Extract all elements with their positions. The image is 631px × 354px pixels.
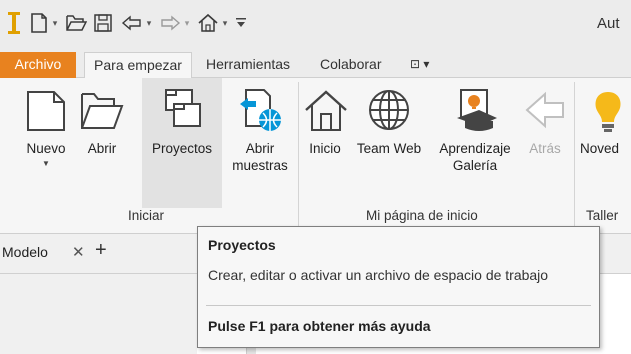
- open-samples-button-label: Abrir muestras: [232, 141, 288, 173]
- tab-para-empezar[interactable]: Para empezar: [84, 52, 192, 79]
- inventor-logo-icon[interactable]: [6, 10, 22, 36]
- new-document-icon: [22, 86, 70, 134]
- model-browser-panel: [0, 274, 197, 354]
- group-label-iniciar: Iniciar: [128, 208, 165, 223]
- whats-new-button[interactable]: Noved: [578, 78, 631, 208]
- tooltip: Proyectos Crear, editar o activar un arc…: [197, 226, 600, 348]
- team-web-button-label: Team Web: [356, 141, 422, 156]
- save-icon[interactable]: [92, 10, 114, 36]
- open-button[interactable]: Abrir: [78, 78, 126, 208]
- open-samples-button[interactable]: Abrir muestras: [224, 78, 296, 208]
- undo-icon[interactable]: [120, 10, 144, 36]
- whats-new-icon: [584, 86, 631, 134]
- new-button[interactable]: Nuevo ▼: [20, 78, 72, 208]
- group-separator: [574, 82, 575, 232]
- tab-modelo[interactable]: Modelo: [2, 244, 48, 260]
- back-button[interactable]: Atrás: [520, 78, 570, 208]
- home-icon: [302, 86, 350, 134]
- tooltip-help: Pulse F1 para obtener más ayuda: [208, 318, 431, 334]
- learning-gallery-button[interactable]: Aprendizaje Galería: [430, 78, 520, 208]
- tab-overflow-dropdown[interactable]: ⊡ ▾: [404, 52, 435, 78]
- tooltip-title: Proyectos: [208, 237, 276, 253]
- group-label-mi-pagina-de-inicio: Mi página de inicio: [366, 208, 478, 223]
- home-page-button-label: Inicio: [309, 141, 341, 156]
- learning-gallery-icon: [451, 86, 499, 134]
- tab-archivo[interactable]: Archivo: [0, 52, 76, 78]
- projects-button-label: Proyectos: [151, 141, 213, 156]
- projects-icon: [158, 86, 206, 134]
- chevron-down-icon: ▼: [42, 159, 50, 168]
- close-icon[interactable]: ✕: [72, 243, 85, 261]
- tab-colaborar[interactable]: Colaborar: [314, 52, 387, 78]
- customize-toolbar-icon[interactable]: [234, 10, 248, 36]
- team-web-button[interactable]: Team Web: [350, 78, 428, 208]
- ribbon-tab-bar: Archivo Para empezar Herramientas Colabo…: [0, 48, 631, 79]
- new-file-dropdown-icon[interactable]: ▾: [50, 10, 60, 36]
- new-file-icon[interactable]: [28, 10, 50, 36]
- undo-dropdown-icon[interactable]: ▾: [144, 10, 154, 36]
- redo-dropdown-icon[interactable]: ▾: [182, 10, 192, 36]
- group-separator: [298, 82, 299, 232]
- tooltip-divider: [206, 305, 591, 306]
- globe-icon: [365, 86, 413, 134]
- open-folder-icon: [78, 86, 126, 134]
- whats-new-button-label: Noved: [580, 141, 620, 156]
- home-page-button[interactable]: Inicio: [302, 78, 348, 208]
- learning-gallery-button-label: Aprendizaje Galería: [439, 141, 511, 173]
- add-tab-icon[interactable]: +: [95, 239, 107, 262]
- group-label-taller: Taller: [586, 208, 619, 223]
- tab-herramientas[interactable]: Herramientas: [200, 52, 296, 78]
- back-button-label: Atrás: [529, 141, 561, 156]
- open-samples-icon: [236, 86, 284, 134]
- open-folder-icon[interactable]: [64, 10, 88, 36]
- redo-icon[interactable]: [158, 10, 182, 36]
- quick-access-toolbar: ▾ ▾ ▾ ▾ Aut: [0, 0, 631, 48]
- app-title: Aut: [597, 15, 620, 32]
- home-dropdown-icon[interactable]: ▾: [220, 10, 230, 36]
- tooltip-description: Crear, editar o activar un archivo de es…: [208, 267, 549, 283]
- ribbon-panel: Nuevo ▼ Abrir Proyectos Abrir muestras I…: [0, 78, 631, 234]
- back-arrow-icon: [521, 86, 569, 134]
- open-button-label: Abrir: [87, 141, 117, 156]
- projects-button[interactable]: Proyectos: [142, 78, 222, 208]
- home-icon[interactable]: [196, 10, 220, 36]
